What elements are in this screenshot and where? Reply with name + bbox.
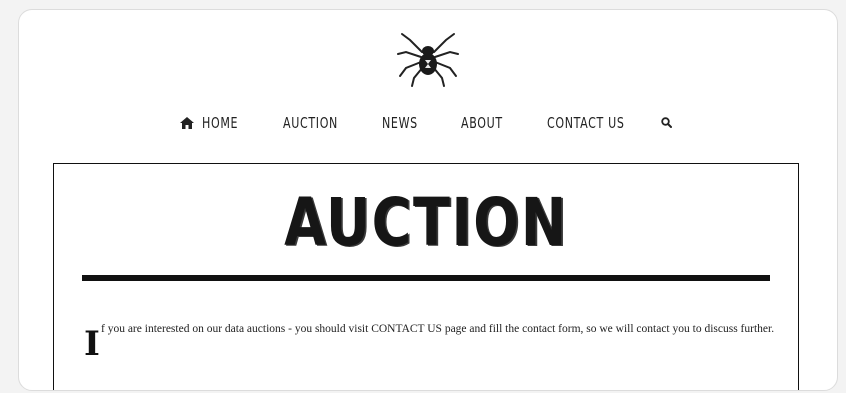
nav-item-label: CONTACT US <box>547 114 625 132</box>
nav-item-contact-us[interactable]: CONTACT US <box>547 114 642 132</box>
search-icon <box>661 117 672 128</box>
home-icon <box>179 116 195 130</box>
nav-item-home[interactable]: HOME <box>179 114 246 132</box>
nav-item-label: NEWS <box>382 114 418 132</box>
content-panel: AUCTION I f you are interested on our da… <box>53 163 799 390</box>
nav-item-label: HOME <box>202 114 239 132</box>
search-button[interactable] <box>661 117 672 128</box>
body-paragraph: f you are interested on our data auction… <box>101 323 775 335</box>
nav-item-auction[interactable]: AUCTION <box>283 114 350 132</box>
page-frame: HOME AUCTION NEWS ABOUT CONTACT US AUCTI… <box>18 9 838 391</box>
page-title: AUCTION <box>284 184 568 261</box>
drop-cap: I <box>84 324 100 364</box>
nav-item-about[interactable]: ABOUT <box>461 114 512 132</box>
spider-logo-icon[interactable] <box>396 30 460 88</box>
nav-item-news[interactable]: NEWS <box>382 114 426 132</box>
nav-item-label: AUCTION <box>283 114 339 132</box>
nav-item-label: ABOUT <box>461 114 503 132</box>
title-divider <box>82 275 770 281</box>
main-nav: HOME AUCTION NEWS ABOUT CONTACT US <box>19 114 837 142</box>
